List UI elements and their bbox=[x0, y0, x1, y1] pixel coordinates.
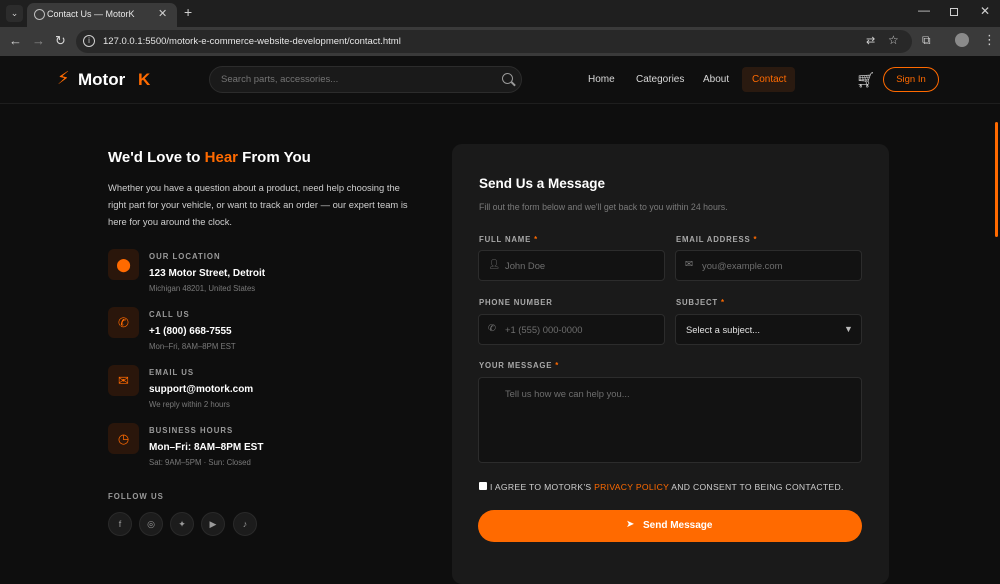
message-label: YOUR MESSAGE * bbox=[479, 361, 560, 370]
address-bar[interactable]: i 127.0.0.1:5500/motork-e-commerce-websi… bbox=[76, 30, 912, 53]
phone-label: CALL US bbox=[149, 310, 190, 319]
bolt-icon: ⚡ bbox=[57, 68, 70, 88]
email-placeholder: you@example.com bbox=[702, 260, 783, 271]
clock-icon: ◷ bbox=[108, 423, 139, 454]
consent-text: I AGREE TO MOTORK'S PRIVACY POLICY AND C… bbox=[490, 482, 844, 492]
twitter-icon[interactable]: ✦ bbox=[170, 512, 194, 536]
tab-search-icon[interactable]: ⌄ bbox=[6, 5, 23, 22]
subject-select[interactable]: Select a subject... ▼ bbox=[675, 314, 862, 345]
hours-value: Mon–Fri: 8AM–8PM EST bbox=[149, 442, 264, 453]
browser-tab[interactable]: Contact Us — MotorK ✕ bbox=[27, 3, 177, 27]
location-value: 123 Motor Street, Detroit bbox=[149, 268, 266, 279]
phone-field-icon: ✆ bbox=[488, 323, 496, 334]
follow-label: FOLLOW US bbox=[108, 492, 164, 501]
tiktok-icon[interactable]: ♪ bbox=[233, 512, 257, 536]
browser-tab-bar: ⌄ Contact Us — MotorK ✕ + — ✕ bbox=[0, 0, 1000, 27]
email-field[interactable]: ✉ you@example.com bbox=[675, 250, 862, 281]
form-title: Send Us a Message bbox=[479, 176, 606, 191]
profile-avatar[interactable] bbox=[955, 33, 969, 47]
user-icon: 👤︎ bbox=[488, 259, 501, 270]
email-value[interactable]: support@motork.com bbox=[149, 384, 253, 395]
new-tab-button[interactable]: + bbox=[184, 4, 192, 20]
extensions-icon[interactable]: ⧉ bbox=[922, 33, 931, 48]
cart-icon[interactable]: 🛒︎ bbox=[856, 71, 875, 89]
translate-icon[interactable]: ⇄ bbox=[866, 34, 875, 47]
window-close-icon[interactable]: ✕ bbox=[980, 4, 990, 18]
privacy-policy-link[interactable]: PRIVACY POLICY bbox=[594, 482, 669, 492]
browser-menu-icon[interactable]: ⋮ bbox=[983, 32, 996, 48]
logo-text[interactable]: Motor bbox=[78, 70, 125, 90]
search-icon[interactable] bbox=[502, 73, 513, 84]
address-url: 127.0.0.1:5500/motork-e-commerce-website… bbox=[103, 36, 401, 47]
nav-home[interactable]: Home bbox=[588, 74, 615, 85]
location-label: OUR LOCATION bbox=[149, 252, 221, 261]
phone-value[interactable]: +1 (800) 668-7555 bbox=[149, 326, 232, 337]
sign-in-button[interactable]: Sign In bbox=[883, 67, 939, 92]
send-message-label: Send Message bbox=[643, 520, 713, 531]
maximize-icon[interactable] bbox=[950, 8, 958, 16]
phone-field[interactable]: ✆ +1 (555) 000-0000 bbox=[478, 314, 665, 345]
search-box[interactable] bbox=[209, 66, 522, 93]
forward-arrow-icon[interactable]: → bbox=[32, 33, 45, 48]
hours-label: BUSINESS HOURS bbox=[149, 426, 234, 435]
send-message-button[interactable]: ➤ Send Message bbox=[478, 510, 862, 542]
globe-icon bbox=[34, 9, 45, 20]
paper-plane-icon: ➤ bbox=[626, 519, 635, 530]
email-address-label: EMAIL ADDRESS * bbox=[676, 235, 758, 244]
consent-checkbox[interactable] bbox=[479, 482, 487, 490]
site-info-icon[interactable]: i bbox=[83, 35, 95, 47]
full-name-placeholder: John Doe bbox=[505, 260, 546, 271]
close-icon[interactable]: ✕ bbox=[158, 7, 167, 20]
minimize-icon[interactable]: — bbox=[918, 3, 930, 17]
email-sub: We reply within 2 hours bbox=[149, 400, 230, 409]
phone-number-label: PHONE NUMBER bbox=[479, 298, 553, 307]
bookmark-star-icon[interactable]: ☆ bbox=[888, 33, 899, 47]
tab-title: Contact Us — MotorK bbox=[47, 9, 135, 19]
envelope-icon: ✉ bbox=[685, 259, 693, 270]
nav-contact[interactable]: Contact bbox=[752, 74, 786, 85]
full-name-label: FULL NAME * bbox=[479, 235, 538, 244]
message-textarea[interactable]: Tell us how we can help you... bbox=[478, 377, 862, 463]
full-name-field[interactable]: 👤︎ John Doe bbox=[478, 250, 665, 281]
site-header: ⚡ Motor K Home Categories About Contact … bbox=[0, 56, 1000, 104]
youtube-icon[interactable]: ▶ bbox=[201, 512, 225, 536]
facebook-icon[interactable]: f bbox=[108, 512, 132, 536]
back-arrow-icon[interactable]: ← bbox=[9, 33, 22, 48]
phone-placeholder: +1 (555) 000-0000 bbox=[505, 324, 583, 335]
browser-toolbar: ← → ↻ i 127.0.0.1:5500/motork-e-commerce… bbox=[0, 27, 1000, 56]
nav-categories[interactable]: Categories bbox=[636, 74, 684, 85]
scrollbar-thumb[interactable] bbox=[995, 122, 998, 237]
page-heading: We'd Love to Hear From You bbox=[108, 149, 311, 166]
phone-icon: ✆ bbox=[108, 307, 139, 338]
hours-sub: Sat: 9AM–5PM · Sun: Closed bbox=[149, 458, 251, 467]
search-input[interactable] bbox=[221, 74, 481, 85]
intro-text: Whether you have a question about a prod… bbox=[108, 182, 408, 227]
logo-accent[interactable]: K bbox=[138, 70, 150, 90]
phone-sub: Mon–Fri, 8AM–8PM EST bbox=[149, 342, 236, 351]
location-icon: ⬤ bbox=[108, 249, 139, 280]
instagram-icon[interactable]: ◎ bbox=[139, 512, 163, 536]
email-label: EMAIL US bbox=[149, 368, 195, 377]
mail-icon: ✉ bbox=[108, 365, 139, 396]
form-subtitle: Fill out the form below and we'll get ba… bbox=[479, 202, 728, 212]
subject-label: SUBJECT * bbox=[676, 298, 725, 307]
subject-selected-value: Select a subject... bbox=[686, 324, 760, 335]
reload-icon[interactable]: ↻ bbox=[55, 33, 66, 49]
location-sub: Michigan 48201, United States bbox=[149, 284, 256, 293]
message-placeholder: Tell us how we can help you... bbox=[505, 388, 630, 399]
nav-about[interactable]: About bbox=[703, 74, 729, 85]
chevron-down-icon: ▼ bbox=[844, 324, 853, 334]
